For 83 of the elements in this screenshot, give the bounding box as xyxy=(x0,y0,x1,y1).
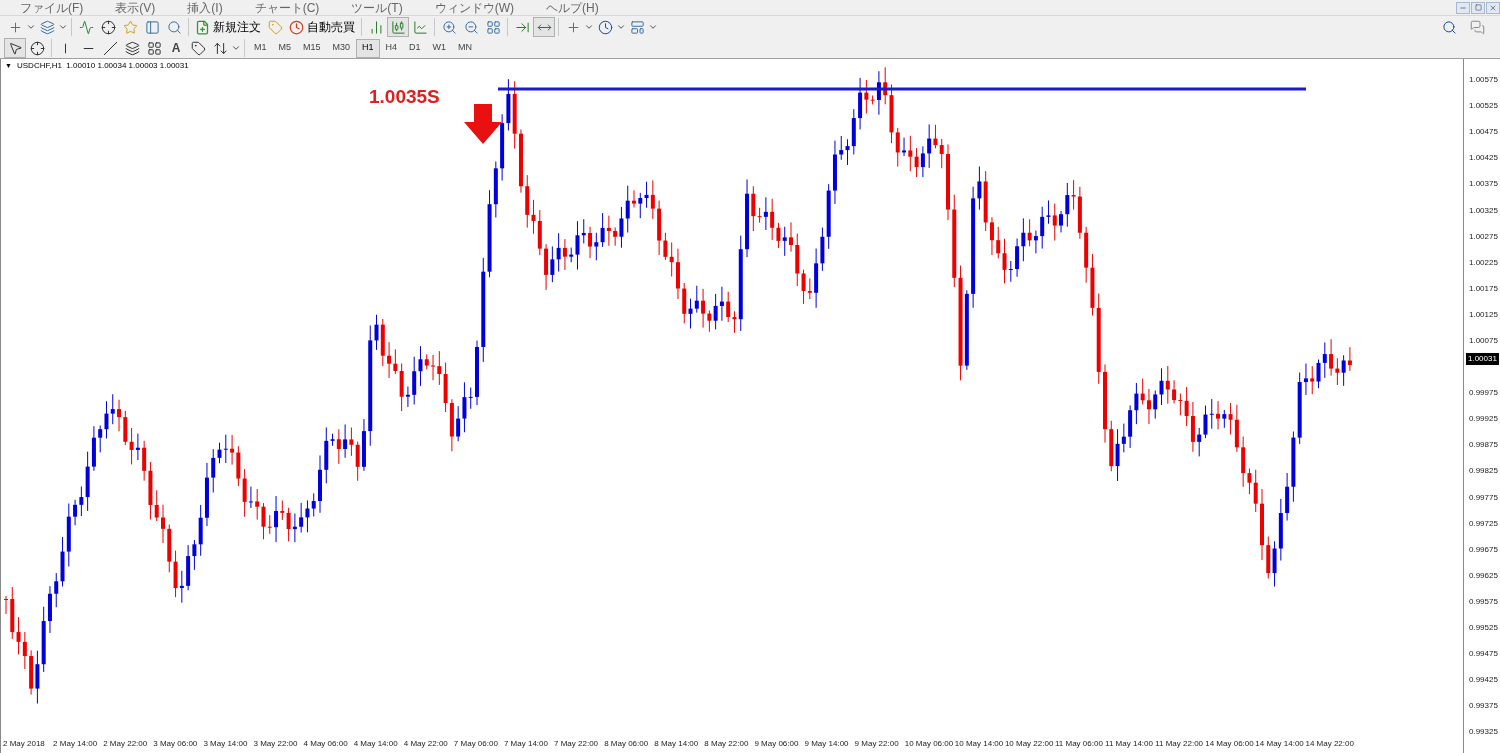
chart-shift-icon[interactable] xyxy=(533,17,555,38)
timeframe-button[interactable]: H4 xyxy=(379,38,404,58)
menu-item[interactable]: ヘルプ(H) xyxy=(546,1,599,14)
price-axis-label: 1.00225 xyxy=(1468,256,1498,269)
time-axis-label: 9 May 22:00 xyxy=(854,738,900,750)
price-axis-label: 0.99775 xyxy=(1468,491,1498,504)
time-axis-label: 11 May 22:00 xyxy=(1155,738,1205,750)
time-axis-label: 7 May 22:00 xyxy=(554,738,600,750)
chart-header: USDCHF,H1 1.00010 1.00034 1.00003 1.00031 xyxy=(17,60,189,72)
price-annotation: 1.0035S xyxy=(369,85,440,109)
price-axis-label: 0.99325 xyxy=(1468,726,1498,739)
time-axis-label: 14 May 22:00 xyxy=(1305,738,1355,750)
candlestick-icon[interactable] xyxy=(387,17,409,38)
timeframe-button[interactable]: W1 xyxy=(426,38,453,58)
price-axis-label: 0.99675 xyxy=(1468,543,1498,556)
price-axis-label: 1.00075 xyxy=(1468,335,1498,347)
time-axis-label: 7 May 06:00 xyxy=(453,738,499,750)
time-axis-label: 4 May 22:00 xyxy=(403,738,449,750)
time-axis-label: 11 May 14:00 xyxy=(1105,738,1154,750)
time-axis-label: 9 May 06:00 xyxy=(754,738,800,750)
timeframe-button[interactable]: M30 xyxy=(326,38,357,58)
timeframe-button[interactable]: MN xyxy=(452,38,479,58)
price-axis-label: 0.99375 xyxy=(1468,700,1498,713)
price-axis-label: 1.00375 xyxy=(1468,178,1498,191)
time-axis-label: 10 May 06:00 xyxy=(904,738,955,750)
time-axis-label: 8 May 22:00 xyxy=(704,738,750,750)
timeframe-button[interactable]: H1 xyxy=(356,38,380,58)
price-axis-label: 0.99425 xyxy=(1468,674,1498,687)
document-plus-icon xyxy=(195,19,210,35)
timeframe-button[interactable]: M1 xyxy=(248,38,273,58)
clock-icon xyxy=(289,19,304,35)
time-axis-label: 10 May 14:00 xyxy=(954,738,1005,750)
time-axis-label: 2 May 22:00 xyxy=(103,738,149,750)
time-axis-label: 3 May 22:00 xyxy=(253,738,299,750)
menu-item[interactable]: 挿入(I) xyxy=(187,1,223,14)
time-axis-label: 14 May 06:00 xyxy=(1205,738,1255,750)
price-axis-label: 0.99725 xyxy=(1468,517,1498,530)
menu-item[interactable]: ファイル(F) xyxy=(20,1,84,14)
auto-trading-button[interactable]: 自動売買 xyxy=(286,17,358,38)
price-axis-label: 1.00325 xyxy=(1468,204,1498,217)
time-axis-label: 4 May 06:00 xyxy=(303,738,349,750)
time-axis-label: 8 May 14:00 xyxy=(654,738,700,750)
price-axis-label: 0.99525 xyxy=(1468,622,1498,634)
new-order-button[interactable]: 新規注文 xyxy=(192,17,264,38)
price-axis-label: 1.00175 xyxy=(1468,282,1498,295)
time-axis-label: 4 May 14:00 xyxy=(353,738,399,750)
menu-item[interactable]: ウィンドウ(W) xyxy=(434,1,514,14)
time-axis-label: 10 May 22:00 xyxy=(1004,738,1055,750)
price-axis-label: 0.99875 xyxy=(1468,439,1498,452)
time-axis-label: 8 May 06:00 xyxy=(604,738,650,750)
price-axis-label: 0.99925 xyxy=(1468,413,1498,426)
price-axis-label: 1.00475 xyxy=(1468,126,1498,139)
menu-item[interactable]: ツール(T) xyxy=(351,1,403,14)
price-axis-label: 0.99975 xyxy=(1468,387,1498,400)
timeframe-button[interactable]: M5 xyxy=(272,38,298,58)
price-axis-label: 1.00575 xyxy=(1468,74,1498,87)
cursor-icon[interactable] xyxy=(4,38,26,58)
time-axis-label: 11 May 06:00 xyxy=(1054,738,1104,750)
price-axis-label: 1.00425 xyxy=(1468,152,1498,165)
restore-icon[interactable] xyxy=(1471,1,1485,14)
time-axis-label: 9 May 14:00 xyxy=(804,738,850,750)
price-axis-label: 0.99625 xyxy=(1468,569,1498,582)
timeframe-button[interactable]: M15 xyxy=(297,38,327,58)
time-axis-label: 2 May 14:00 xyxy=(53,738,99,750)
close-icon[interactable] xyxy=(1486,1,1500,14)
current-price-label: 1.00031 xyxy=(1466,353,1499,366)
price-axis-label: 0.99825 xyxy=(1468,465,1498,478)
menu-item[interactable]: 表示(V) xyxy=(115,1,156,14)
text-tool-button[interactable]: A xyxy=(165,38,187,58)
time-axis-label: 3 May 14:00 xyxy=(203,738,249,750)
time-axis-label: 3 May 06:00 xyxy=(153,738,199,750)
menu-item[interactable]: チャート(C) xyxy=(254,1,320,14)
down-arrow-icon xyxy=(464,104,502,144)
time-axis-label: 7 May 14:00 xyxy=(503,738,549,750)
price-axis-label: 1.00525 xyxy=(1468,100,1498,113)
dropdown-caret-icon[interactable] xyxy=(231,43,241,53)
price-axis-label: 1.00275 xyxy=(1468,230,1498,243)
price-axis-label: 0.99575 xyxy=(1468,595,1498,608)
timeframe-button[interactable]: D1 xyxy=(403,38,427,58)
price-axis-label: 0.99475 xyxy=(1468,648,1498,661)
time-axis-label: 2 May 2018 xyxy=(3,738,46,750)
time-axis-label: 14 May 14:00 xyxy=(1255,738,1305,750)
price-axis-label: 1.00125 xyxy=(1468,308,1498,321)
